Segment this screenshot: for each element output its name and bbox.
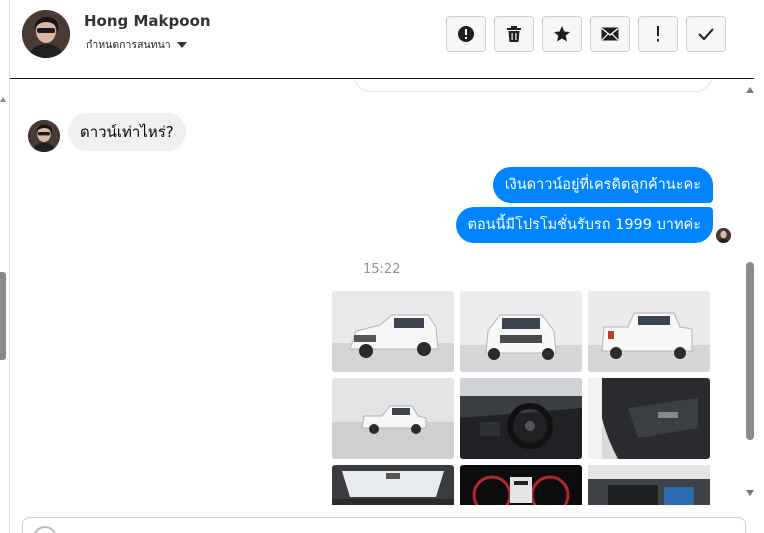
photo-door-interior[interactable] — [588, 378, 710, 459]
photo-engine[interactable] — [588, 465, 710, 505]
envelope-icon — [601, 27, 619, 41]
photo-truck-side[interactable] — [332, 378, 454, 459]
scroll-down-arrow[interactable] — [746, 490, 754, 496]
outgoing-message[interactable]: ตอนนี้มีโปรโมชั่นรับรถ 1999 บาทค่ะ — [455, 207, 713, 243]
mark-unread-button[interactable] — [590, 16, 630, 52]
left-scroll-thumb[interactable] — [0, 272, 6, 360]
photo-truck-front[interactable] — [460, 291, 582, 372]
left-panel-edge — [0, 0, 10, 533]
photo-windshield[interactable] — [332, 465, 454, 505]
message-composer[interactable] — [22, 517, 746, 533]
message-thread[interactable]: ดาวน์เท่าไหร่? เงินดาวน์อยู่ที่เครดิตลูก… — [10, 80, 744, 505]
conversation-settings-dropdown[interactable]: กำหนดการสนทนา — [86, 36, 187, 53]
photo-gauges[interactable] — [460, 465, 582, 505]
trash-icon — [507, 26, 521, 42]
delete-button[interactable] — [494, 16, 534, 52]
contact-avatar-small[interactable] — [28, 120, 60, 152]
conversation-header: Hong Makpoon กำหนดการสนทนา — [10, 0, 754, 79]
seen-indicator-avatar — [716, 228, 731, 243]
caret-down-icon — [176, 41, 187, 48]
done-button[interactable] — [686, 16, 726, 52]
thread-scrollbar[interactable] — [744, 80, 764, 505]
star-icon — [554, 26, 570, 42]
photo-truck-front-left[interactable] — [332, 291, 454, 372]
outgoing-message[interactable]: เงินดาวน์อยู่ที่เครดิตลูกค้านะคะ — [492, 167, 713, 203]
message-timestamp: 15:22 — [363, 262, 401, 277]
scroll-thumb[interactable] — [746, 262, 754, 440]
previous-message-bubble — [353, 80, 713, 92]
photo-attachment-grid — [332, 291, 712, 505]
contact-avatar[interactable] — [22, 10, 70, 58]
contact-name[interactable]: Hong Makpoon — [84, 12, 211, 30]
scroll-up-arrow[interactable] — [746, 87, 754, 93]
checkmark-icon — [698, 28, 714, 41]
alert-circle-icon — [458, 26, 474, 42]
conversation-settings-label: กำหนดการสนทนา — [86, 39, 171, 51]
photo-dashboard[interactable] — [460, 378, 582, 459]
photo-truck-rear[interactable] — [588, 291, 710, 372]
star-button[interactable] — [542, 16, 582, 52]
follow-up-button[interactable] — [638, 16, 678, 52]
action-toolbar — [446, 16, 726, 52]
camera-icon[interactable] — [33, 526, 57, 533]
left-scroll-up-arrow[interactable] — [0, 97, 6, 102]
spam-button[interactable] — [446, 16, 486, 52]
incoming-message[interactable]: ดาวน์เท่าไหร่? — [68, 113, 186, 151]
exclamation-icon — [657, 26, 659, 42]
